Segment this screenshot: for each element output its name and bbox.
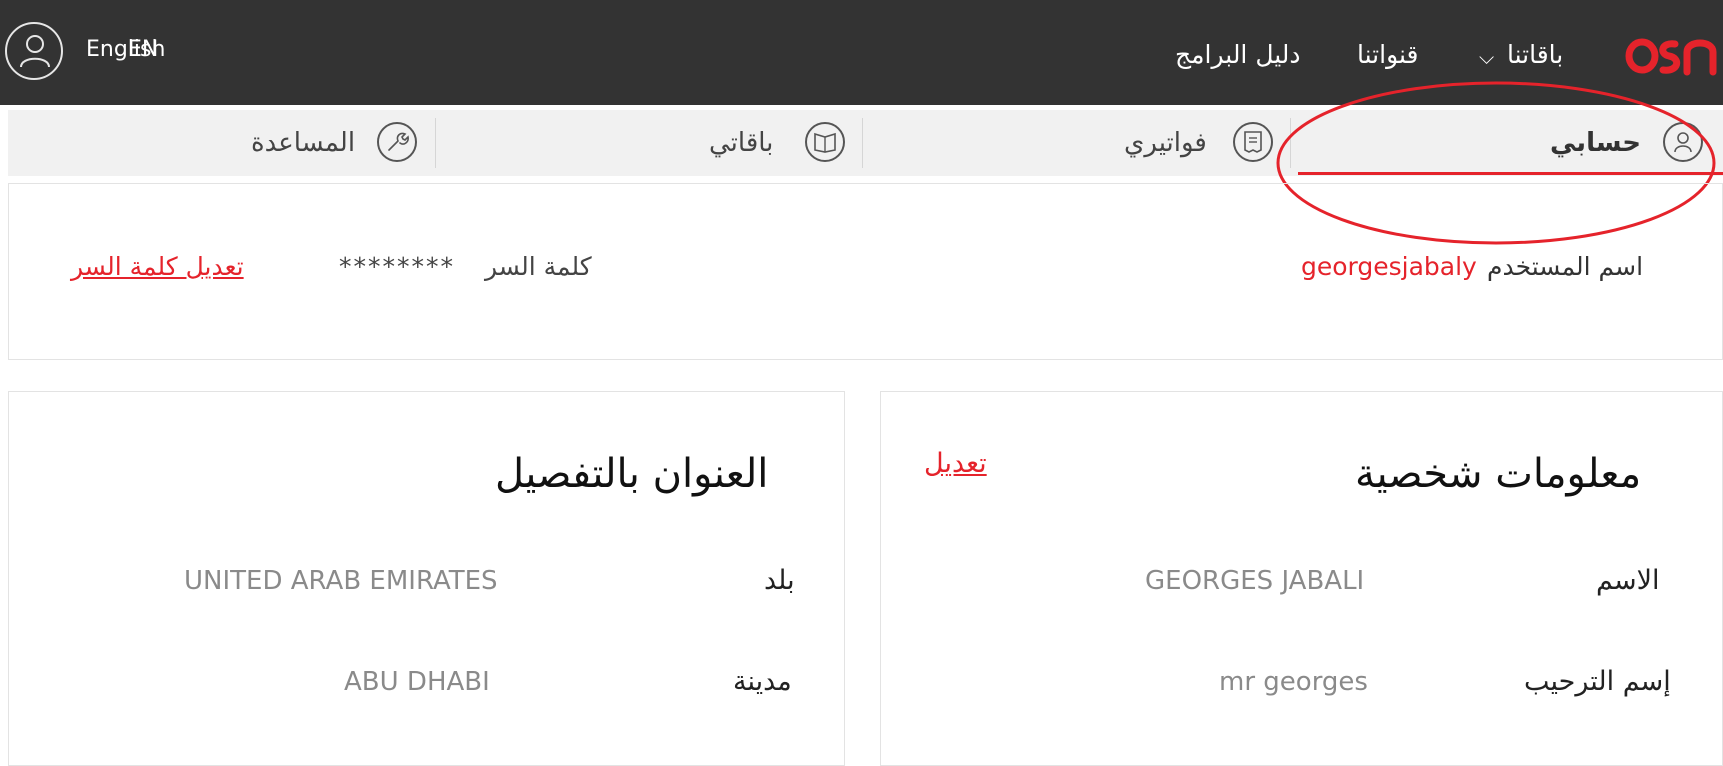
nav-packages[interactable]: ⌵ باقاتنا — [1479, 38, 1564, 72]
name-label: الاسم — [1596, 565, 1660, 596]
personal-info-card: معلومات شخصية تعديل الاسم GEORGES JABALI… — [880, 391, 1723, 766]
bill-icon — [1233, 122, 1273, 162]
tab-packages-label: باقاتي — [709, 128, 774, 158]
password-value: ******** — [339, 252, 455, 281]
book-icon — [805, 122, 845, 162]
greeting-value: mr georges — [1219, 667, 1368, 697]
tab-account-label: حسابي — [1550, 128, 1642, 158]
tab-divider — [435, 118, 436, 168]
nav-tv-guide[interactable]: دليل البرامج — [1175, 38, 1301, 72]
active-tab-indicator — [1298, 172, 1723, 175]
user-account-button[interactable] — [5, 22, 63, 80]
wrench-icon — [377, 122, 417, 162]
profile-icon — [1663, 122, 1703, 162]
tab-divider — [862, 118, 863, 168]
osn-logo[interactable] — [1625, 26, 1717, 80]
top-nav-bar: English EN دليل البرامج قنواتنا ⌵ باقاتن… — [0, 0, 1723, 105]
user-icon — [20, 35, 50, 68]
city-value: ABU DHABI — [344, 667, 490, 697]
country-value: UNITED ARAB EMIRATES — [184, 566, 498, 596]
country-label: بلد — [764, 565, 795, 596]
tab-bills-label: فواتيري — [1124, 128, 1207, 158]
chevron-down-icon: ⌵ — [1479, 45, 1495, 69]
credentials-section: اسم المستخدم georgesjabaly كلمة السر ***… — [8, 183, 1723, 360]
edit-password-link[interactable]: تعديل كلمة السر — [71, 250, 244, 284]
name-value: GEORGES JABALI — [1145, 566, 1365, 596]
city-label: مدينة — [733, 666, 792, 697]
greeting-label: إسم الترحيب — [1524, 666, 1671, 697]
tab-help-label: المساعدة — [251, 128, 356, 158]
language-code: EN — [128, 37, 159, 62]
account-tabs: حسابي فواتيري باقاتي المساعدة — [8, 110, 1723, 176]
password-label: كلمة السر — [485, 252, 592, 281]
nav-packages-label: باقاتنا — [1507, 40, 1564, 69]
nav-channels[interactable]: قنواتنا — [1357, 38, 1418, 72]
tab-divider — [1290, 118, 1291, 168]
personal-info-title: معلومات شخصية — [1355, 451, 1642, 497]
language-toggle[interactable]: English EN — [86, 36, 165, 64]
address-card: العنوان بالتفصيل بلد UNITED ARAB EMIRATE… — [8, 391, 845, 766]
username-label: اسم المستخدم — [1487, 252, 1644, 281]
address-title: العنوان بالتفصيل — [495, 451, 769, 497]
username-value: georgesjabaly — [1301, 252, 1477, 281]
edit-personal-info-link[interactable]: تعديل — [924, 446, 987, 482]
